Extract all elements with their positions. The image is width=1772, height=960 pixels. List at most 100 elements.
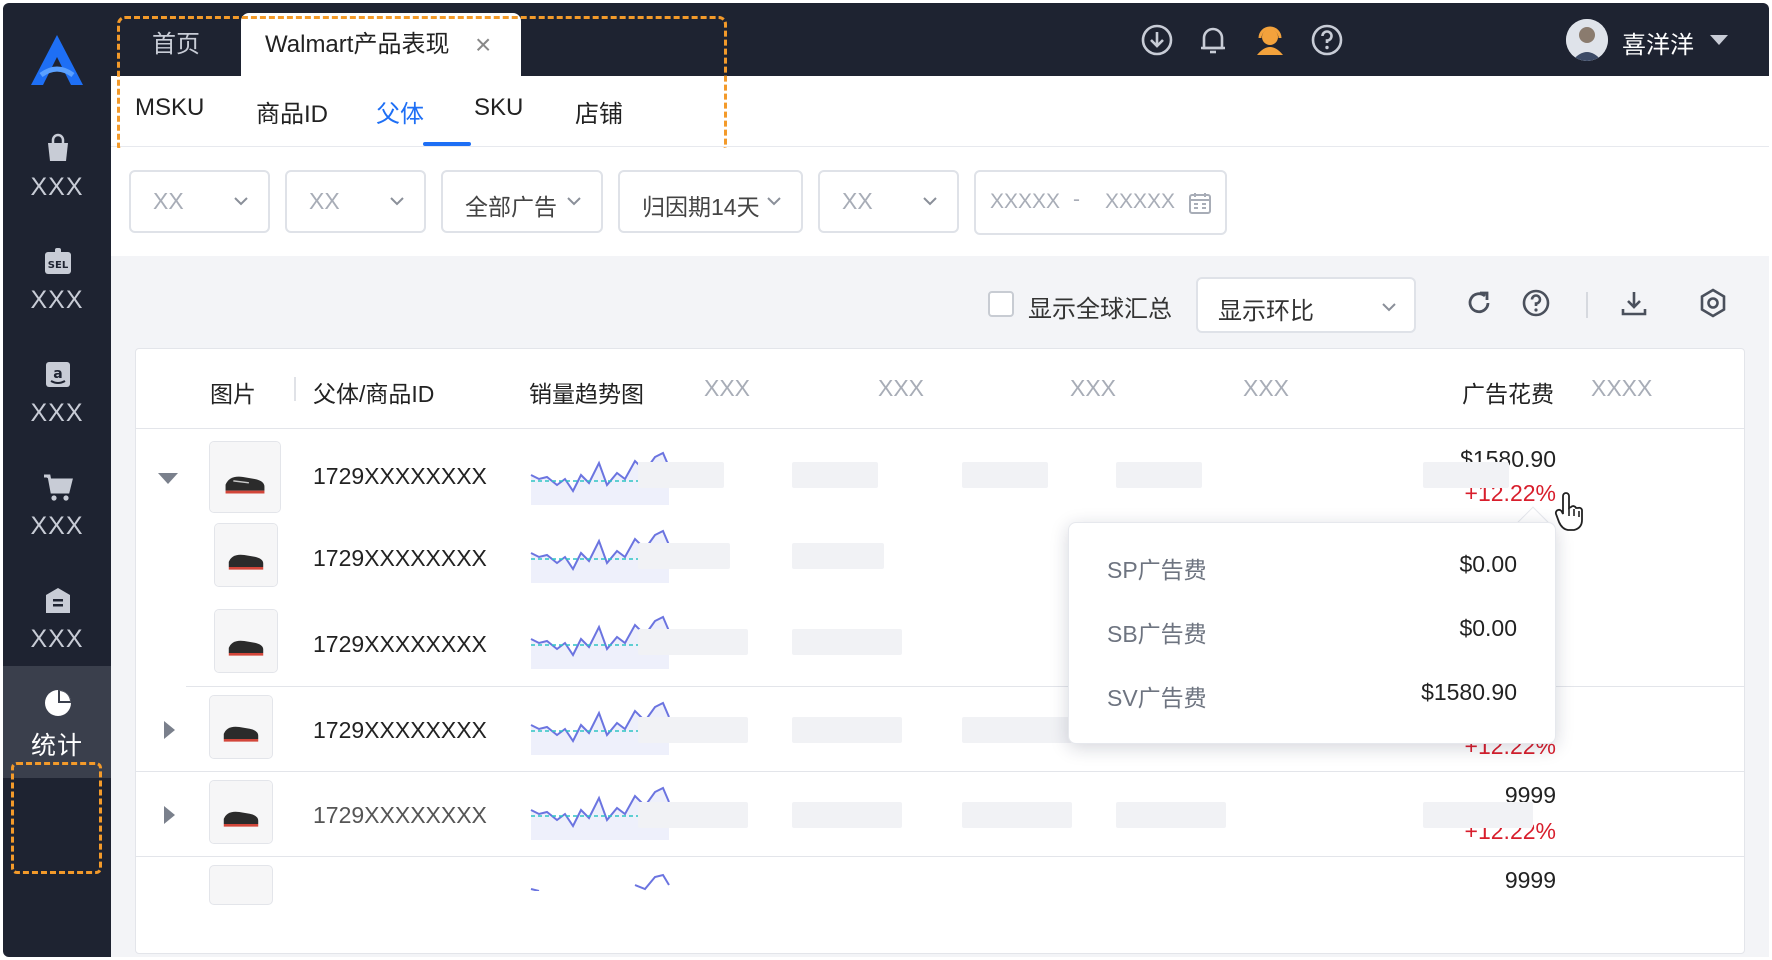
download-icon[interactable]	[1619, 288, 1649, 318]
column-header-ad-spend[interactable]: 广告花费	[1462, 375, 1554, 409]
column-header-7[interactable]: XXX	[1243, 375, 1289, 402]
filter-select-5[interactable]: XX	[818, 170, 959, 233]
help-icon[interactable]	[1521, 288, 1551, 318]
placeholder-cell	[962, 462, 1048, 488]
placeholder-cell	[962, 717, 1072, 743]
table-row[interactable]: 1729XXXXXXXX $1580.90 +12.22%	[136, 429, 1744, 525]
date-separator: -	[1073, 188, 1080, 211]
sidebar-item-label: XXX	[30, 512, 84, 540]
placeholder-cell	[1423, 462, 1509, 488]
column-header-image[interactable]: 图片	[210, 375, 256, 409]
placeholder-cell	[638, 717, 748, 743]
column-separator	[294, 377, 296, 401]
sales-trend-sparkline	[530, 873, 670, 891]
table-row[interactable]: 1729XXXXXXXX 9999 +12.22%	[136, 772, 1744, 857]
chevron-down-icon	[234, 197, 248, 206]
ad-spend-breakdown-popover: SP广告费 $0.00 SB广告费 $0.00 SV广告费 $1580.90	[1068, 522, 1556, 744]
column-header-5[interactable]: XXX	[878, 375, 924, 402]
placeholder-cell	[792, 717, 902, 743]
popover-label: SV广告费	[1107, 685, 1207, 711]
sidebar-item-3[interactable]: a XXX	[3, 347, 111, 457]
select-value: XX	[309, 188, 340, 214]
settings-icon[interactable]	[1698, 288, 1728, 318]
chevron-down-icon	[390, 197, 404, 206]
svg-text:a: a	[53, 366, 62, 382]
popover-row-sb: SB广告费 $0.00	[1107, 609, 1517, 649]
column-header-sales-trend[interactable]: 销量趋势图	[529, 375, 644, 409]
product-image[interactable]	[209, 865, 273, 905]
refresh-icon[interactable]	[1464, 288, 1494, 318]
placeholder-cell	[1116, 802, 1226, 828]
user-name: 喜洋洋	[1622, 32, 1694, 59]
placeholder-cell	[792, 462, 878, 488]
expand-caret-icon[interactable]	[164, 721, 175, 739]
global-summary-checkbox[interactable]	[988, 291, 1014, 317]
amazon-icon: a	[46, 362, 70, 387]
product-id[interactable]: 1729XXXXXXXX	[313, 545, 487, 572]
table-row[interactable]: 9999	[136, 857, 1744, 905]
svg-text:SEL: SEL	[48, 260, 69, 271]
ad-spend-value[interactable]: 9999	[1505, 867, 1556, 894]
calendar-icon	[1189, 193, 1211, 214]
filter-select-1[interactable]: XX	[129, 170, 270, 233]
ad-type-select[interactable]: 全部广告	[441, 170, 603, 233]
filter-select-2[interactable]: XX	[285, 170, 426, 233]
chevron-down-icon	[1710, 35, 1728, 45]
placeholder-cell	[638, 543, 730, 569]
sidebar-item-label: XXX	[30, 173, 84, 201]
product-image[interactable]	[209, 695, 273, 759]
popover-value: $0.00	[1459, 551, 1517, 577]
column-header-4[interactable]: XXX	[704, 375, 750, 402]
compare-select[interactable]: 显示环比	[1196, 277, 1416, 333]
date-end: XXXXX	[1105, 190, 1176, 213]
sidebar-item-1[interactable]: XXX	[3, 121, 111, 231]
sel-tag-icon: SEL	[45, 248, 71, 274]
placeholder-cell	[638, 802, 748, 828]
download-circle-icon[interactable]	[1140, 23, 1174, 57]
pie-chart-icon	[45, 690, 71, 716]
help-icon[interactable]	[1310, 23, 1344, 57]
store-icon	[46, 588, 70, 613]
bell-icon[interactable]	[1196, 23, 1230, 57]
popover-value: $1580.90	[1421, 679, 1517, 705]
product-id[interactable]: 1729XXXXXXXX	[313, 717, 487, 744]
select-value: 全部广告	[465, 194, 557, 220]
product-image[interactable]	[214, 523, 278, 587]
date-range-picker[interactable]: XXXXX - XXXXX	[974, 170, 1227, 235]
product-image[interactable]	[214, 609, 278, 673]
app-logo-icon[interactable]	[27, 33, 87, 89]
select-value: 显示环比	[1218, 298, 1314, 325]
sidebar-item-label: XXX	[30, 625, 84, 653]
sidebar-item-2[interactable]: SEL XXX	[3, 234, 111, 344]
placeholder-cell	[792, 802, 902, 828]
sidebar-item-label: XXX	[30, 286, 84, 314]
shopping-bag-icon	[48, 133, 68, 161]
placeholder-cell	[1423, 802, 1533, 828]
collapse-caret-icon[interactable]	[158, 473, 178, 484]
support-agent-icon[interactable]	[1253, 23, 1287, 57]
product-image[interactable]	[209, 441, 281, 513]
expand-caret-icon[interactable]	[164, 806, 175, 824]
popover-value: $0.00	[1459, 615, 1517, 641]
highlight-frame-tabs	[117, 16, 727, 154]
hand-cursor-icon	[1554, 492, 1583, 531]
product-id[interactable]: 1729XXXXXXXX	[313, 463, 487, 490]
popover-row-sv: SV广告费 $1580.90	[1107, 673, 1517, 713]
placeholder-cell	[1116, 462, 1202, 488]
popover-label: SP广告费	[1107, 557, 1207, 583]
date-start: XXXXX	[990, 190, 1061, 213]
product-image[interactable]	[209, 780, 273, 844]
table-toolbar: 显示全球汇总 显示环比	[111, 256, 1769, 344]
sidebar-item-label: 统计	[30, 732, 83, 760]
column-header-6[interactable]: XXX	[1070, 375, 1116, 402]
product-id[interactable]: 1729XXXXXXXX	[313, 802, 487, 829]
placeholder-cell	[962, 802, 1072, 828]
select-value: 归因期14天	[642, 194, 760, 220]
sidebar-item-label: XXX	[30, 399, 84, 427]
placeholder-cell	[792, 629, 902, 655]
product-id[interactable]: 1729XXXXXXXX	[313, 631, 487, 658]
sidebar-item-4[interactable]: XXX	[3, 460, 111, 570]
column-header-parent-id[interactable]: 父体/商品ID	[313, 375, 434, 409]
column-header-9[interactable]: XXXX	[1591, 375, 1652, 402]
attribution-select[interactable]: 归因期14天	[618, 170, 803, 233]
